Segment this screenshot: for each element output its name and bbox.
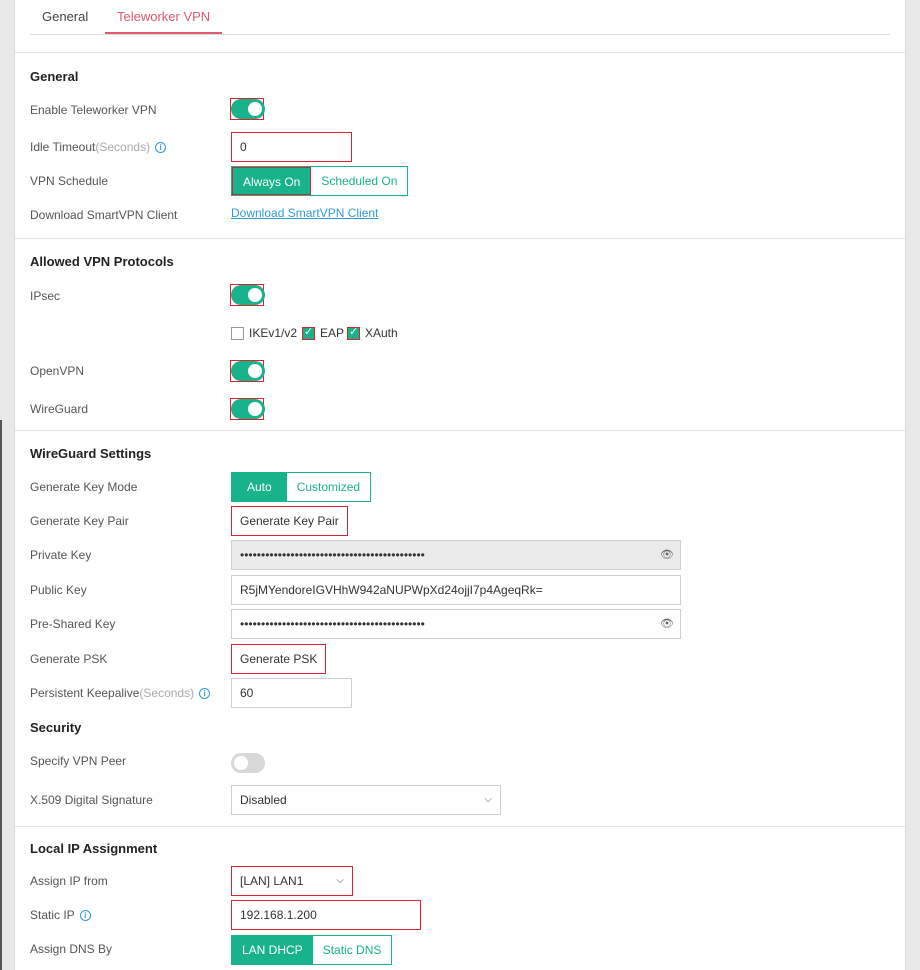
tab-divider	[30, 34, 890, 35]
section-title-local-ip: Local IP Assignment	[30, 841, 158, 856]
static-ip-label: Static IP i	[30, 908, 91, 922]
generate-key-pair-button[interactable]: Generate Key Pair	[231, 506, 348, 536]
section-title-protocols: Allowed VPN Protocols	[30, 254, 174, 269]
keepalive-unit: (Seconds)	[139, 686, 195, 700]
idle-timeout-input[interactable]: 0	[231, 132, 352, 162]
ikev-checkbox[interactable]	[231, 327, 244, 340]
enable-teleworker-toggle[interactable]	[231, 99, 265, 119]
keepalive-input[interactable]: 60	[231, 678, 352, 708]
download-client-link[interactable]: Download SmartVPN Client	[231, 206, 378, 220]
wireguard-toggle[interactable]	[231, 399, 265, 419]
public-key-input[interactable]: R5jMYendoreIGVHhW942aNUPWpXd24ojjI7p4Age…	[231, 575, 681, 605]
x509-label: X.509 Digital Signature	[30, 793, 153, 807]
private-key-input[interactable]: ••••••••••••••••••••••••••••••••••••••••…	[231, 540, 681, 570]
section-title-security: Security	[30, 720, 82, 735]
section-title-general: General	[30, 69, 79, 84]
generate-psk-button[interactable]: Generate PSK	[231, 644, 327, 674]
section-divider	[15, 238, 907, 239]
assign-ip-value: [LAN] LAN1	[240, 874, 304, 888]
key-mode-label: Generate Key Mode	[30, 480, 138, 494]
idle-timeout-unit: (Seconds)	[95, 140, 151, 154]
eap-checkbox[interactable]	[302, 325, 315, 340]
eye-icon[interactable]: 👁	[660, 541, 674, 569]
ipsec-label: IPsec	[30, 289, 61, 303]
info-icon[interactable]: i	[79, 910, 91, 922]
eap-label: EAP	[320, 326, 345, 340]
tab-teleworker-vpn[interactable]: Teleworker VPN	[105, 0, 223, 34]
openvpn-toggle[interactable]	[231, 361, 265, 381]
section-divider	[15, 52, 907, 53]
pre-shared-key-label: Pre-Shared Key	[30, 617, 116, 631]
idle-timeout-label: Idle Timeout(Seconds) i	[30, 140, 167, 154]
keepalive-text: Persistent Keepalive	[30, 686, 140, 700]
xauth-checkbox[interactable]	[347, 325, 360, 340]
xauth-label: XAuth	[365, 326, 398, 340]
private-key-label: Private Key	[30, 548, 92, 562]
assign-ip-select[interactable]: [LAN] LAN1 ⌵	[231, 866, 353, 896]
pre-shared-key-input[interactable]: ••••••••••••••••••••••••••••••••••••••••…	[231, 609, 681, 639]
private-key-value: ••••••••••••••••••••••••••••••••••••••••…	[240, 548, 425, 562]
schedule-always-on[interactable]: Always On	[232, 167, 312, 195]
key-mode-customized[interactable]: Customized	[286, 473, 371, 501]
vpn-schedule-selector: Always On Scheduled On	[231, 166, 409, 196]
enable-teleworker-label: Enable Teleworker VPN	[30, 103, 157, 117]
key-mode-auto[interactable]: Auto	[232, 473, 287, 501]
pre-shared-key-value: ••••••••••••••••••••••••••••••••••••••••…	[240, 617, 425, 631]
vpn-schedule-label: VPN Schedule	[30, 174, 109, 188]
static-ip-input[interactable]: 192.168.1.200	[231, 900, 421, 930]
assign-ip-label: Assign IP from	[30, 874, 108, 888]
vpn-peer-label: Specify VPN Peer	[30, 754, 127, 768]
ikev-label: IKEv1/v2	[249, 326, 298, 340]
x509-select[interactable]: Disabled ⌵	[231, 785, 501, 815]
assign-dns-label: Assign DNS By	[30, 942, 113, 956]
info-icon[interactable]: i	[155, 142, 167, 154]
eye-icon[interactable]: 👁	[660, 610, 674, 638]
schedule-scheduled-on[interactable]: Scheduled On	[311, 167, 408, 195]
keepalive-label: Persistent Keepalive(Seconds) i	[30, 686, 211, 700]
window-edge	[0, 420, 2, 970]
section-divider	[15, 826, 907, 827]
dns-static[interactable]: Static DNS	[312, 936, 392, 964]
static-ip-text: Static IP	[30, 908, 75, 922]
chevron-down-icon: ⌵	[336, 875, 344, 886]
wireguard-label: WireGuard	[30, 402, 89, 416]
x509-value: Disabled	[240, 793, 287, 807]
key-mode-selector: Auto Customized	[231, 472, 372, 502]
ipsec-toggle[interactable]	[231, 285, 265, 305]
openvpn-label: OpenVPN	[30, 364, 85, 378]
section-title-wireguard: WireGuard Settings	[30, 446, 152, 461]
chevron-down-icon: ⌵	[484, 794, 492, 805]
dns-lan-dhcp[interactable]: LAN DHCP	[232, 936, 313, 964]
public-key-label: Public Key	[30, 583, 87, 597]
section-divider	[15, 430, 907, 431]
info-icon[interactable]: i	[199, 688, 211, 700]
vpn-peer-toggle[interactable]	[231, 753, 265, 773]
key-pair-label: Generate Key Pair	[30, 514, 129, 528]
download-client-label: Download SmartVPN Client	[30, 208, 178, 222]
generate-psk-label: Generate PSK	[30, 652, 108, 666]
assign-dns-selector: LAN DHCP Static DNS	[231, 935, 393, 965]
settings-panel: General Teleworker VPN General Enable Te…	[14, 0, 907, 970]
idle-timeout-text: Idle Timeout	[30, 140, 96, 154]
tab-general[interactable]: General	[30, 0, 100, 34]
